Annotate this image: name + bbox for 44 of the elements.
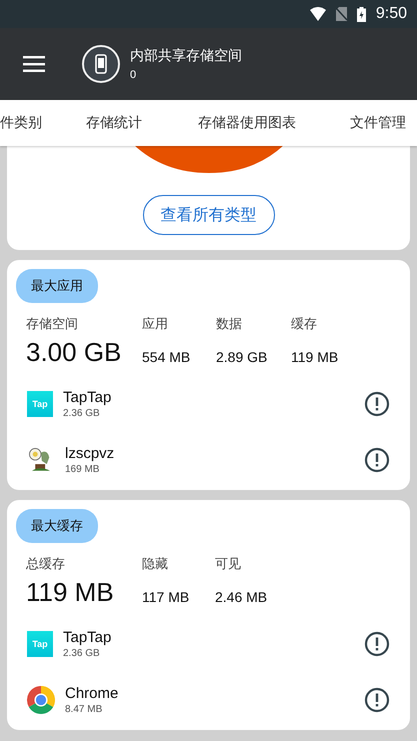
- stat-value: 2.46 MB: [215, 589, 268, 607]
- chrome-icon: [27, 685, 55, 715]
- stat-value: 119 MB: [26, 577, 115, 608]
- info-button[interactable]: [364, 631, 390, 657]
- app-size: 8.47 MB: [65, 704, 104, 715]
- stat-label: 可见: [215, 555, 242, 573]
- tab[interactable]: 存储统计: [86, 114, 142, 132]
- app-name: lzscpvz: [65, 445, 116, 462]
- battery-charging-icon: [356, 6, 366, 22]
- tab[interactable]: 件类别: [0, 114, 42, 132]
- stat-label: 总缓存: [26, 555, 66, 573]
- phone-icon: [82, 45, 120, 83]
- app-icon: Tap: [27, 391, 53, 417]
- stat-label: 隐藏: [142, 555, 169, 573]
- storage-title: 内部共享存储空间: [130, 47, 242, 65]
- info-button[interactable]: [364, 391, 390, 417]
- info-button[interactable]: [364, 687, 390, 713]
- stat-value: 117 MB: [142, 589, 190, 607]
- clock-time: 9:50: [376, 5, 407, 23]
- stat-value: 2.89 GB: [216, 349, 268, 367]
- stat-label: 存储空间: [26, 315, 79, 333]
- stat-label: 数据: [216, 315, 243, 333]
- view-all-types-button[interactable]: 查看所有类型: [142, 195, 274, 235]
- tab[interactable]: 文件管理: [350, 114, 406, 132]
- app-size: 2.36 GB: [63, 648, 101, 659]
- stat-label: 缓存: [291, 315, 318, 333]
- app-name: TapTap: [63, 389, 112, 406]
- menu-button[interactable]: [20, 53, 48, 75]
- stat-label: 应用: [142, 315, 169, 333]
- app-name: TapTap: [63, 629, 112, 646]
- section-badge: 最大缓存: [16, 509, 98, 543]
- no-sim-icon: [336, 7, 347, 21]
- tab[interactable]: 存储器使用图表: [198, 114, 296, 132]
- stat-value: 119 MB: [291, 349, 340, 367]
- stat-value: 3.00 GB: [26, 337, 122, 368]
- stat-value: 554 MB: [142, 349, 192, 367]
- section-badge: 最大应用: [16, 269, 98, 303]
- wifi-icon: [310, 7, 326, 21]
- app-name: Chrome: [65, 685, 120, 702]
- info-button[interactable]: [364, 447, 390, 473]
- app-size: 2.36 GB: [63, 408, 101, 419]
- app-size: 169 MB: [65, 464, 100, 475]
- storage-subtitle: 0: [130, 69, 138, 81]
- app-icon: Tap: [27, 631, 53, 657]
